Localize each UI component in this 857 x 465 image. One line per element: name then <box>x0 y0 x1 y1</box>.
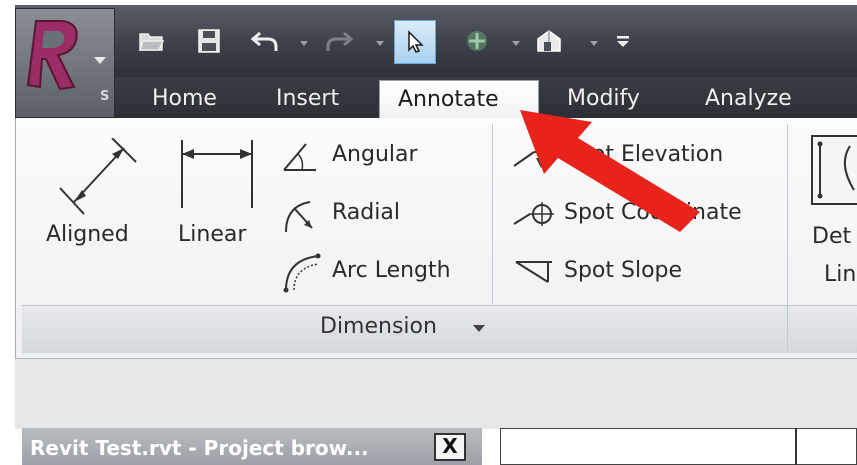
view-divider <box>795 428 797 465</box>
radial-label: Radial <box>332 200 400 225</box>
arc-length-dimension-button[interactable]: Arc Length <box>280 252 480 294</box>
radial-dimension-button[interactable]: Radial <box>280 196 470 236</box>
radial-dimension-icon <box>285 201 313 233</box>
drawing-view-area[interactable] <box>500 428 857 465</box>
spot-slope-label: Spot Slope <box>564 258 683 283</box>
arc-length-dimension-icon <box>283 253 321 293</box>
redo-dropdown-icon[interactable] <box>376 41 384 46</box>
spot-slope-button[interactable]: Spot Slope <box>512 254 732 290</box>
separator <box>787 124 788 352</box>
detail-line-button[interactable]: Det Lin <box>806 130 857 300</box>
customize-dropdown-icon[interactable] <box>606 24 640 58</box>
sync-icon[interactable] <box>460 24 494 58</box>
angular-label: Angular <box>332 142 418 167</box>
select-arrow-icon[interactable] <box>394 20 436 64</box>
red-arrow-icon <box>520 110 700 232</box>
save-icon[interactable] <box>192 24 226 58</box>
angular-dimension-icon <box>283 143 316 171</box>
project-browser-title: Revit Test.rvt - Project brow... <box>30 436 369 460</box>
tab-insert[interactable]: Insert <box>276 80 339 118</box>
arc-length-label: Arc Length <box>332 258 451 283</box>
aligned-dimension-button[interactable]: Aligned <box>40 130 150 270</box>
close-icon[interactable]: X <box>434 433 466 461</box>
app-menu-dropdown-arrow <box>94 57 106 64</box>
3d-view-dropdown-icon[interactable] <box>590 41 598 46</box>
detail-line-label-1: Det <box>812 224 852 249</box>
revit-logo-icon <box>26 20 78 91</box>
aligned-label: Aligned <box>46 222 129 247</box>
open-folder-icon[interactable] <box>134 24 168 58</box>
panel-title-bar <box>22 305 857 353</box>
app-menu-keytip: S <box>100 89 110 104</box>
undo-icon[interactable] <box>248 24 282 58</box>
3d-view-icon[interactable] <box>532 24 566 58</box>
sync-dropdown-icon[interactable] <box>512 41 520 46</box>
options-bar <box>15 358 857 429</box>
aligned-dimension-icon <box>59 138 137 215</box>
redo-icon[interactable] <box>322 24 356 58</box>
linear-label: Linear <box>178 222 247 247</box>
undo-dropdown-icon[interactable] <box>300 41 308 46</box>
application-menu-button[interactable]: S <box>15 8 115 118</box>
detail-line-label-2: Lin <box>824 262 857 287</box>
dimension-panel-title[interactable]: Dimension <box>320 314 437 339</box>
linear-dimension-button[interactable]: Linear <box>172 130 262 270</box>
chevron-down-icon[interactable] <box>473 325 485 332</box>
linear-dimension-icon <box>181 140 253 208</box>
angular-dimension-button[interactable]: Angular <box>280 140 470 174</box>
spot-slope-icon <box>515 261 552 283</box>
detail-line-icon <box>811 135 857 205</box>
separator <box>492 124 493 304</box>
tab-home[interactable]: Home <box>152 80 217 118</box>
